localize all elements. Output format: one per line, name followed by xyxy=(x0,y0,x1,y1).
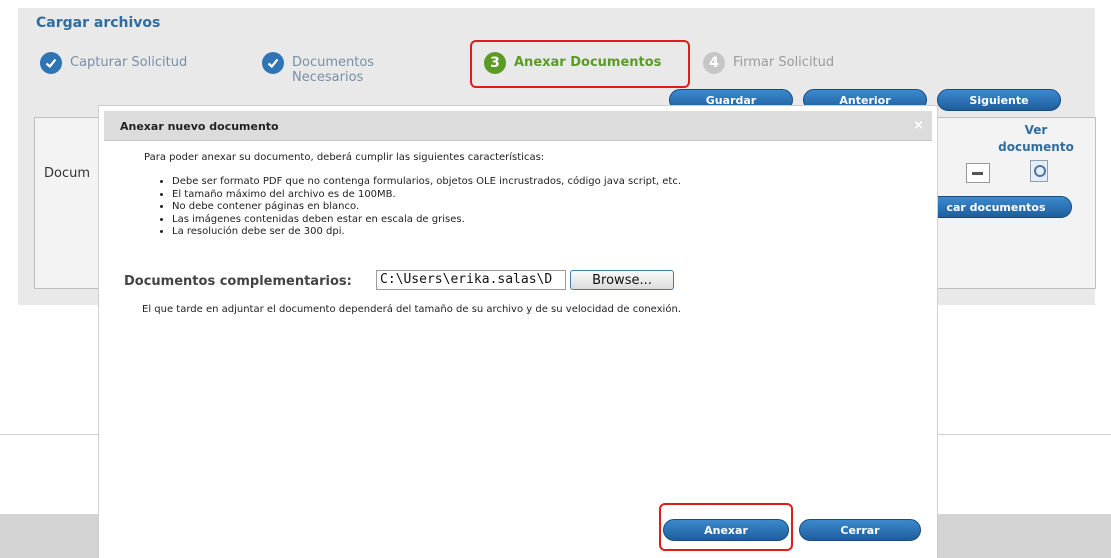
step-documentos-necesarios[interactable]: Documentos Necesarios xyxy=(262,52,374,85)
list-item: No debe contener páginas en blanco. xyxy=(172,201,681,214)
highlight-box xyxy=(470,40,690,88)
step-label-line2: Necesarios xyxy=(292,70,364,85)
step-label: Firmar Solicitud xyxy=(733,55,835,70)
dialog-header: Anexar nuevo documento × xyxy=(104,111,932,141)
requirements-intro: Para poder anexar su documento, deberá c… xyxy=(144,152,545,163)
attach-document-dialog: Anexar nuevo documento × Para poder anex… xyxy=(99,106,937,558)
list-item: Debe ser formato PDF que no contenga for… xyxy=(172,176,681,189)
ver-documento-header: Ver documento xyxy=(998,123,1074,154)
close-icon[interactable]: × xyxy=(913,118,924,133)
list-item: Las imágenes contenidas deben estar en e… xyxy=(172,214,681,227)
section-title: Cargar archivos xyxy=(36,15,161,31)
step-label: Capturar Solicitud xyxy=(70,55,188,70)
check-icon xyxy=(262,52,284,74)
close-button[interactable]: Cerrar xyxy=(799,519,921,541)
upload-hint: El que tarde en adjuntar el documento de… xyxy=(142,304,681,315)
download-icon[interactable] xyxy=(966,163,990,183)
upload-label: Documentos complementarios: xyxy=(124,274,352,289)
next-button[interactable]: Siguiente xyxy=(937,89,1061,111)
load-documents-button[interactable]: car documentos xyxy=(920,196,1072,218)
dialog-title: Anexar nuevo documento xyxy=(120,120,279,133)
document-field-label: Docum xyxy=(44,166,91,181)
check-icon xyxy=(40,52,62,74)
step-firmar-solicitud[interactable]: 4 Firmar Solicitud xyxy=(703,52,834,74)
highlight-box xyxy=(659,503,793,551)
requirements-list: Debe ser formato PDF que no contenga for… xyxy=(159,176,681,239)
step-capturar-solicitud[interactable]: Capturar Solicitud xyxy=(40,52,187,74)
step-number-badge: 4 xyxy=(703,52,725,74)
browse-button[interactable]: Browse... xyxy=(570,270,674,290)
step-label: Documentos xyxy=(292,55,375,70)
file-path-input[interactable]: C:\Users\erika.salas\D xyxy=(376,270,566,290)
list-item: El tamaño máximo del archivo es de 100MB… xyxy=(172,189,681,202)
list-item: La resolución debe ser de 300 dpi. xyxy=(172,226,681,239)
view-document-icon[interactable] xyxy=(1030,160,1048,182)
